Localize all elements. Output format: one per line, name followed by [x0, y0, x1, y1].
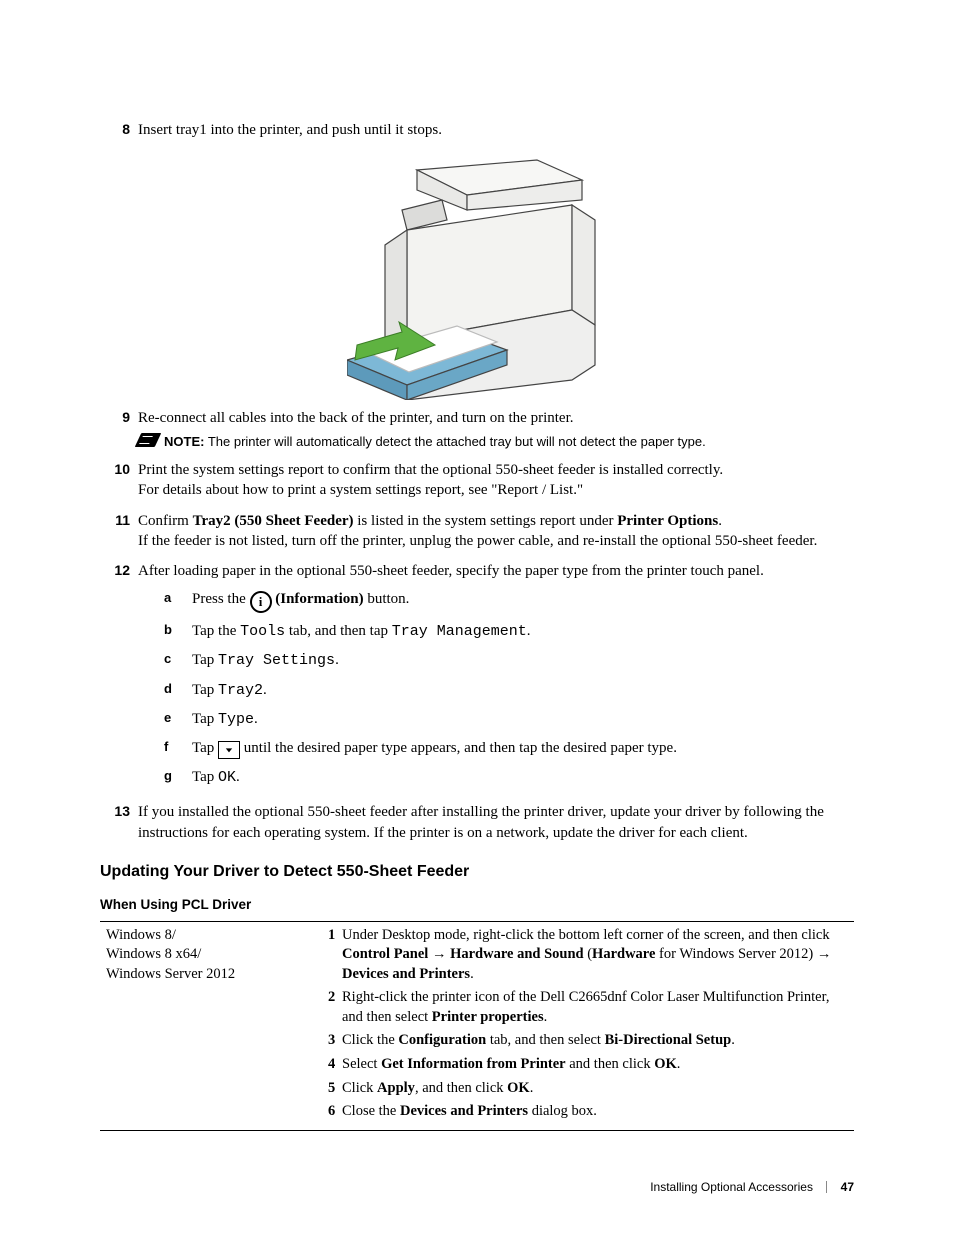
step-10: 10 Print the system settings report to c…	[100, 460, 854, 501]
step-11: 11 Confirm Tray2 (550 Sheet Feeder) is l…	[100, 511, 854, 552]
heading-update-driver: Updating Your Driver to Detect 550-Sheet…	[100, 861, 854, 883]
step-text: Confirm Tray2 (550 Sheet Feeder) is list…	[138, 513, 722, 529]
driver-instructions-table: Windows 8/ Windows 8 x64/ Windows Server…	[100, 921, 854, 1131]
note-row: NOTE: The printer will automatically det…	[138, 433, 854, 451]
step-number: 13	[100, 802, 130, 821]
step-text: For details about how to print a system …	[138, 482, 583, 498]
step-text: Re-connect all cables into the back of t…	[138, 410, 574, 426]
footer-separator	[826, 1181, 827, 1193]
substep-g: g Tap OK.	[138, 763, 854, 792]
page-footer: Installing Optional Accessories 47	[650, 1179, 854, 1195]
substep-c: c Tap Tray Settings.	[138, 646, 854, 675]
printer-insert-tray-illustration	[347, 150, 607, 400]
step-13: 13 If you installed the optional 550-she…	[100, 802, 854, 843]
driver-step-3: 3 Click the Configuration tab, and then …	[328, 1031, 848, 1051]
substep-e: e Tap Type.	[138, 705, 854, 734]
driver-step-4: 4 Select Get Information from Printer an…	[328, 1055, 848, 1075]
footer-page-number: 47	[841, 1180, 854, 1194]
substep-a: a Press the i (Information) button.	[138, 585, 854, 617]
printer-illustration-svg	[347, 150, 607, 400]
dropdown-icon	[218, 741, 240, 759]
step-number: 10	[100, 460, 130, 479]
step-number: 11	[100, 511, 130, 530]
substep-d: d Tap Tray2.	[138, 676, 854, 705]
step-text: After loading paper in the optional 550-…	[138, 563, 764, 579]
step-text: Insert tray1 into the printer, and push …	[138, 120, 854, 140]
substep-b: b Tap the Tools tab, and then tap Tray M…	[138, 617, 854, 646]
step-12: 12 After loading paper in the optional 5…	[100, 561, 854, 792]
step-text: Print the system settings report to conf…	[138, 462, 723, 478]
note-label: NOTE:	[164, 434, 204, 449]
instructions-cell: 1 Under Desktop mode, right-click the bo…	[322, 921, 854, 1130]
note-text: The printer will automatically detect th…	[204, 434, 705, 449]
step-8: 8 Insert tray1 into the printer, and pus…	[100, 120, 854, 140]
step-number: 9	[100, 408, 130, 427]
driver-step-6: 6 Close the Devices and Printers dialog …	[328, 1102, 848, 1122]
driver-step-1: 1 Under Desktop mode, right-click the bo…	[328, 926, 848, 985]
step-text: If you installed the optional 550-sheet …	[138, 802, 854, 843]
step-number: 8	[100, 120, 130, 139]
information-icon: i	[250, 591, 272, 613]
substep-f: f Tap until the desired paper type appea…	[138, 734, 854, 763]
step-text: If the feeder is not listed, turn off th…	[138, 533, 817, 549]
os-cell: Windows 8/ Windows 8 x64/ Windows Server…	[100, 921, 322, 1130]
step-9: 9 Re-connect all cables into the back of…	[100, 408, 854, 450]
note-icon	[135, 433, 162, 447]
driver-step-2: 2 Right-click the printer icon of the De…	[328, 988, 848, 1027]
driver-step-5: 5 Click Apply, and then click OK.	[328, 1079, 848, 1099]
step-number: 12	[100, 561, 130, 580]
footer-title: Installing Optional Accessories	[650, 1180, 813, 1194]
heading-pcl-driver: When Using PCL Driver	[100, 896, 854, 914]
